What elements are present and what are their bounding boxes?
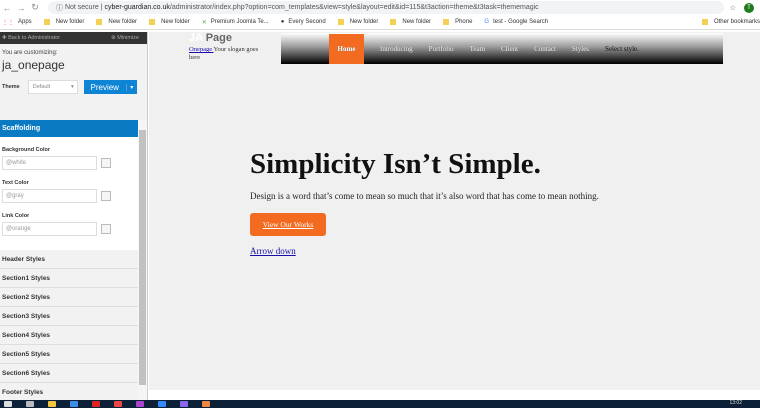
folder-icon xyxy=(443,19,450,25)
section-scaffolding[interactable]: Scaffolding xyxy=(0,120,138,137)
field-label: Link Color xyxy=(2,213,30,219)
info-icon[interactable]: ⓘ xyxy=(56,3,65,13)
nav-home[interactable]: Home xyxy=(329,33,364,64)
select-style[interactable]: Select style. xyxy=(605,45,639,53)
bookmark-apps[interactable]: ⋮⋮ Apps xyxy=(2,19,32,26)
app-icon[interactable] xyxy=(202,401,210,407)
site-nav: Home Introducing Portfolio Team Client C… xyxy=(281,33,723,64)
url-input[interactable]: ⓘ Not secure | cyber-guardian.co.uk /adm… xyxy=(48,1,724,14)
group-footer-styles[interactable]: Footer Styles xyxy=(0,383,138,400)
group-section6-styles[interactable]: Section6 Styles xyxy=(0,364,138,383)
url-path: /administrator/index.php?option=com_temp… xyxy=(169,4,539,11)
address-bar-row: ← → ↻ ⓘ Not secure | cyber-guardian.co.u… xyxy=(0,0,760,15)
folder-icon xyxy=(337,19,344,25)
opera-icon[interactable] xyxy=(92,401,100,407)
group-section1-styles[interactable]: Section1 Styles xyxy=(0,269,138,288)
reload-icon[interactable]: ↻ xyxy=(28,2,42,13)
nav-portfolio[interactable]: Portfolio xyxy=(429,45,454,53)
group-section5-styles[interactable]: Section5 Styles xyxy=(0,345,138,364)
group-section2-styles[interactable]: Section2 Styles xyxy=(0,288,138,307)
hero-text: Design is a word that’s come to mean so … xyxy=(250,191,599,201)
joomla-icon: ✕ xyxy=(201,19,207,26)
caret-down-icon: ▾ xyxy=(70,84,74,90)
store-icon[interactable] xyxy=(70,401,78,407)
back-to-admin-link[interactable]: ✚ Back to Administrator xyxy=(2,35,60,41)
nav-contact[interactable]: Contact xyxy=(534,45,556,53)
field-label: Background Color xyxy=(2,147,50,153)
bookmark[interactable]: Phone xyxy=(443,19,472,25)
sidebar-scrollbar[interactable] xyxy=(138,120,147,400)
globe-icon: ● xyxy=(280,19,285,25)
frame-bottom xyxy=(149,390,760,400)
template-name: ja_onepage xyxy=(2,58,65,72)
app-icon[interactable] xyxy=(158,401,166,407)
minimize-button[interactable]: ⊗ Minimize xyxy=(111,35,139,41)
avatar[interactable]: T xyxy=(744,2,754,13)
color-picker-swatch[interactable] xyxy=(101,191,111,201)
hero-heading: Simplicity Isn’t Simple. xyxy=(250,148,541,180)
back-icon[interactable]: ← xyxy=(0,3,14,13)
bookmark[interactable]: Gtest - Google Search xyxy=(484,19,548,25)
bookmark[interactable]: New folder xyxy=(337,19,378,25)
site-logo[interactable]: JA Page xyxy=(189,32,232,44)
thememagic-sidebar: ✚ Back to Administrator ⊗ Minimize You a… xyxy=(0,32,148,400)
folder-icon xyxy=(96,19,103,25)
nav-styles[interactable]: Styles xyxy=(572,45,589,53)
folder-icon xyxy=(149,19,156,25)
link-color-input[interactable]: @orange xyxy=(2,222,97,236)
apps-icon: ⋮⋮ xyxy=(2,19,14,26)
app-icon[interactable] xyxy=(180,401,188,407)
bookmark[interactable]: New folder xyxy=(390,19,431,25)
color-picker-swatch[interactable] xyxy=(101,224,111,234)
app-icon[interactable] xyxy=(136,401,144,407)
text-color-input[interactable]: @gray xyxy=(2,189,97,203)
theme-label: Theme xyxy=(2,84,20,90)
nav-introducing[interactable]: Introducing xyxy=(380,45,413,53)
preview-button[interactable]: Preview ▾ xyxy=(83,80,137,94)
forward-icon[interactable]: → xyxy=(14,3,28,13)
bookmark[interactable]: New folder xyxy=(96,19,137,25)
security-label: Not secure xyxy=(64,4,99,11)
customizing-label: You are customizing: xyxy=(2,50,58,56)
bookmarks-bar: ⋮⋮ Apps New folder New folder New folder … xyxy=(0,15,760,30)
taskbar: 13:02 xyxy=(0,400,760,408)
google-icon: G xyxy=(484,19,490,25)
clock[interactable]: 13:02 xyxy=(729,400,742,406)
theme-select[interactable]: Default ▾ xyxy=(27,80,78,94)
field-label: Text Color xyxy=(2,180,29,186)
nav-team[interactable]: Team xyxy=(470,45,485,53)
star-icon[interactable]: ☆ xyxy=(730,4,736,12)
onepage-link[interactable]: Onepage xyxy=(189,46,213,53)
bookmark[interactable]: ● Every Second xyxy=(281,19,326,25)
windows-icon[interactable] xyxy=(4,401,12,407)
group-header-styles[interactable]: Header Styles xyxy=(0,250,138,269)
site-slogan: Onepage Your slogan goes here xyxy=(189,46,259,61)
preview-frame: JA Page Onepage Your slogan goes here Ho… xyxy=(149,32,760,390)
view-our-works-button[interactable]: View Our Works xyxy=(250,213,326,236)
scrollbar-thumb[interactable] xyxy=(139,130,146,385)
nav-client[interactable]: Client xyxy=(501,45,518,53)
folder-icon xyxy=(43,19,50,25)
bookmark[interactable]: ✕ Premium Joomla Te... xyxy=(202,19,269,26)
folder-icon xyxy=(701,19,708,25)
arrow-down-link[interactable]: Arrow down xyxy=(250,246,296,256)
group-section3-styles[interactable]: Section3 Styles xyxy=(0,307,138,326)
folder-icon xyxy=(390,19,397,25)
file-explorer-icon[interactable] xyxy=(48,401,56,407)
color-picker-swatch[interactable] xyxy=(101,158,111,168)
bookmark[interactable]: New folder xyxy=(149,19,190,25)
bookmark[interactable]: New folder xyxy=(43,19,84,25)
bookmark-other[interactable]: Other bookmarks xyxy=(701,19,760,25)
chrome-icon[interactable] xyxy=(114,401,122,407)
search-icon[interactable] xyxy=(26,401,34,407)
background-color-input[interactable]: @white xyxy=(2,156,97,170)
url-domain: cyber-guardian.co.uk xyxy=(104,4,170,11)
preview-dropdown-icon[interactable]: ▾ xyxy=(125,83,137,91)
group-section4-styles[interactable]: Section4 Styles xyxy=(0,326,138,345)
